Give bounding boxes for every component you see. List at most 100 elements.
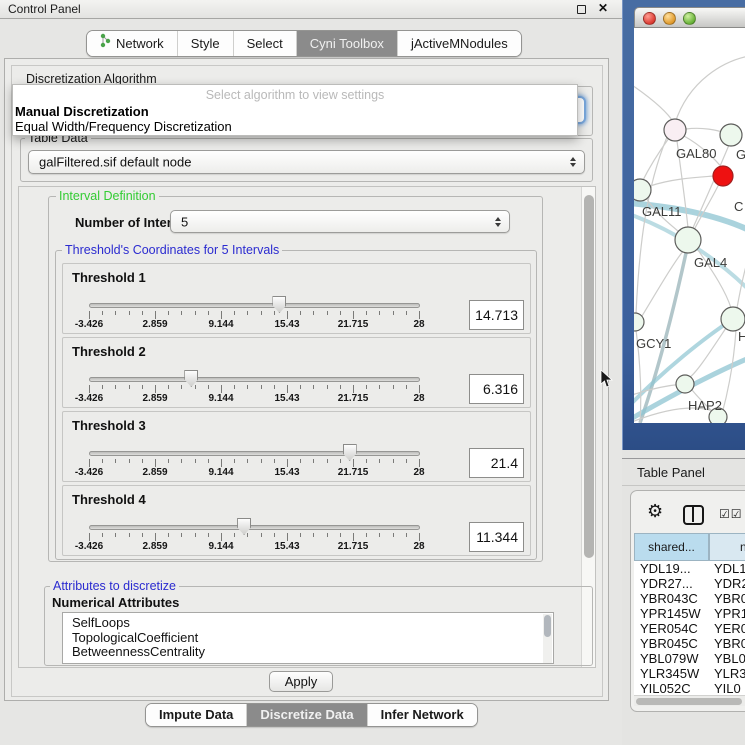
threshold-2-label: Threshold 2 <box>72 344 146 359</box>
tick-label: 28 <box>413 393 424 404</box>
horizontal-scrollbar[interactable] <box>634 695 745 706</box>
spinner-icon <box>495 217 501 227</box>
control-panel-titlebar: Control Panel ✕ <box>0 0 622 19</box>
network-view[interactable]: GAL80 G. C GAL11 GAL4 GCY1 H HAP2 <box>634 28 745 423</box>
table-row[interactable]: YDL19...YDL1 <box>634 561 745 576</box>
algorithm-option-equal-width[interactable]: Equal Width/Frequency Discretization <box>15 119 232 134</box>
network-node-gal4[interactable] <box>675 227 701 253</box>
apply-button[interactable]: Apply <box>269 671 333 692</box>
tab-network[interactable]: Network <box>87 31 177 56</box>
table-panel-titlebar: Table Panel <box>622 458 745 486</box>
vertical-scrollbar-thumb[interactable] <box>584 195 594 558</box>
tick-label: 15.43 <box>274 541 299 552</box>
threshold-2-slider-track[interactable] <box>89 377 420 382</box>
tab-select[interactable]: Select <box>233 31 296 56</box>
network-node-selected-red[interactable] <box>713 166 733 186</box>
tick-label: 15.43 <box>274 319 299 330</box>
numerical-attributes-label: Numerical Attributes <box>52 595 179 610</box>
window-title: Control Panel <box>8 2 81 16</box>
tab-jactivemnodules[interactable]: jActiveMNodules <box>397 31 521 56</box>
tick-label: 21.715 <box>338 319 369 330</box>
table-panel: ⚙ ☑☑ shared... n YDL19...YDL1 YDR27...YD… <box>630 490 745 712</box>
table-row[interactable]: YER054CYER0 <box>634 621 745 636</box>
network-node-top-right[interactable] <box>720 124 742 146</box>
svg-text:HAP2: HAP2 <box>688 398 722 413</box>
tick-label: 28 <box>413 541 424 552</box>
threshold-2-row: Threshold 2 -3.426 2.859 9.144 15.43 21.… <box>62 337 531 408</box>
close-traffic-light[interactable] <box>643 12 656 25</box>
list-item[interactable]: BetweennessCentrality <box>63 645 553 660</box>
threshold-3-label: Threshold 3 <box>72 418 146 433</box>
network-node-hap2[interactable] <box>676 375 694 393</box>
table-row[interactable]: YBR043CYBR0 <box>634 591 745 606</box>
attributes-group-label: Attributes to discretize <box>50 579 179 593</box>
num-intervals-combo[interactable]: 5 <box>170 210 510 233</box>
control-panel-window: Control Panel ✕ Network Style Select Cyn… <box>0 0 622 745</box>
tick-label: 28 <box>413 319 424 330</box>
threshold-3-value-field[interactable]: 21.4 <box>469 448 524 478</box>
numerical-attributes-list[interactable]: SelfLoops TopologicalCoefficient Between… <box>62 612 554 664</box>
network-node-gal80[interactable] <box>664 119 686 141</box>
column-header-shared[interactable]: shared... <box>634 533 709 561</box>
table-row[interactable]: YLR345WYLR3 <box>634 666 745 681</box>
table-row[interactable]: YPR145WYPR1 <box>634 606 745 621</box>
threshold-1-value-field[interactable]: 14.713 <box>469 300 524 330</box>
tab-infer-network[interactable]: Infer Network <box>367 704 477 726</box>
horizontal-scrollbar-thumb[interactable] <box>636 698 742 705</box>
threshold-3-slider-track[interactable] <box>89 451 420 456</box>
table-row[interactable]: YBL079WYBL0 <box>634 651 745 666</box>
tick-label: 21.715 <box>338 541 369 552</box>
show-columns-icon[interactable] <box>683 505 704 525</box>
svg-text:GAL4: GAL4 <box>694 255 727 270</box>
tab-style[interactable]: Style <box>177 31 233 56</box>
tick-label: 28 <box>413 467 424 478</box>
tab-discretize-data[interactable]: Discretize Data <box>246 704 366 726</box>
svg-text:GCY1: GCY1 <box>636 336 671 351</box>
tick-label: -3.426 <box>75 541 103 552</box>
threshold-2-value-field[interactable]: 6.316 <box>469 374 524 404</box>
minimize-traffic-light[interactable] <box>663 12 676 25</box>
float-window-icon[interactable] <box>577 5 586 14</box>
tick-label: 21.715 <box>338 467 369 478</box>
threshold-4-label: Threshold 4 <box>72 492 146 507</box>
tab-impute-data[interactable]: Impute Data <box>146 704 246 726</box>
list-scrollbar[interactable] <box>543 614 552 663</box>
threshold-4-value-field[interactable]: 11.344 <box>469 522 524 552</box>
tab-cyni-toolbox[interactable]: Cyni Toolbox <box>296 31 397 56</box>
interval-definition-label: Interval Definition <box>56 189 159 203</box>
threshold-1-slider-track[interactable] <box>89 303 420 308</box>
list-item[interactable]: SelfLoops <box>63 613 553 631</box>
close-icon[interactable]: ✕ <box>598 1 608 15</box>
svg-text:GAL11: GAL11 <box>642 204 682 219</box>
algorithm-option-manual[interactable]: Manual Discretization <box>15 104 149 119</box>
table-row[interactable]: YBR045CYBR0 <box>634 636 745 651</box>
select-columns-checkboxes-icon[interactable]: ☑☑ <box>719 507 743 521</box>
zoom-traffic-light[interactable] <box>683 12 696 25</box>
list-item[interactable]: TopologicalCoefficient <box>63 631 553 646</box>
tick-label: 9.144 <box>208 319 233 330</box>
table-data-combo-value: galFiltered.sif default node <box>39 155 191 170</box>
svg-text:H: H <box>738 329 745 344</box>
node-table-rows: YDL19...YDL1 YDR27...YDR2 YBR043CYBR0 YP… <box>634 561 745 695</box>
list-scrollbar-thumb[interactable] <box>544 615 551 637</box>
table-row[interactable]: YIL052CYIL0 <box>634 681 745 695</box>
tick-label: 2.859 <box>142 541 167 552</box>
column-header-name[interactable]: n <box>709 533 745 561</box>
tick-label: 2.859 <box>142 467 167 478</box>
svg-text:G.: G. <box>736 147 745 162</box>
table-row[interactable]: YDR27...YDR2 <box>634 576 745 591</box>
table-panel-title: Table Panel <box>637 465 705 480</box>
network-node-h[interactable] <box>721 307 745 331</box>
tick-label: 9.144 <box>208 467 233 478</box>
tick-label: -3.426 <box>75 319 103 330</box>
threshold-4-row: Threshold 4 -3.426 2.859 9.144 15.43 21.… <box>62 485 531 556</box>
threshold-1-label: Threshold 1 <box>72 270 146 285</box>
threshold-4-slider-track[interactable] <box>89 525 420 530</box>
gear-icon[interactable]: ⚙ <box>647 501 663 522</box>
network-node-gal11[interactable] <box>634 179 651 201</box>
tick-label: 2.859 <box>142 393 167 404</box>
table-data-combo[interactable]: galFiltered.sif default node <box>28 150 585 174</box>
svg-text:GAL80: GAL80 <box>676 146 716 161</box>
spinner-icon <box>570 157 576 167</box>
tick-label: 21.715 <box>338 393 369 404</box>
